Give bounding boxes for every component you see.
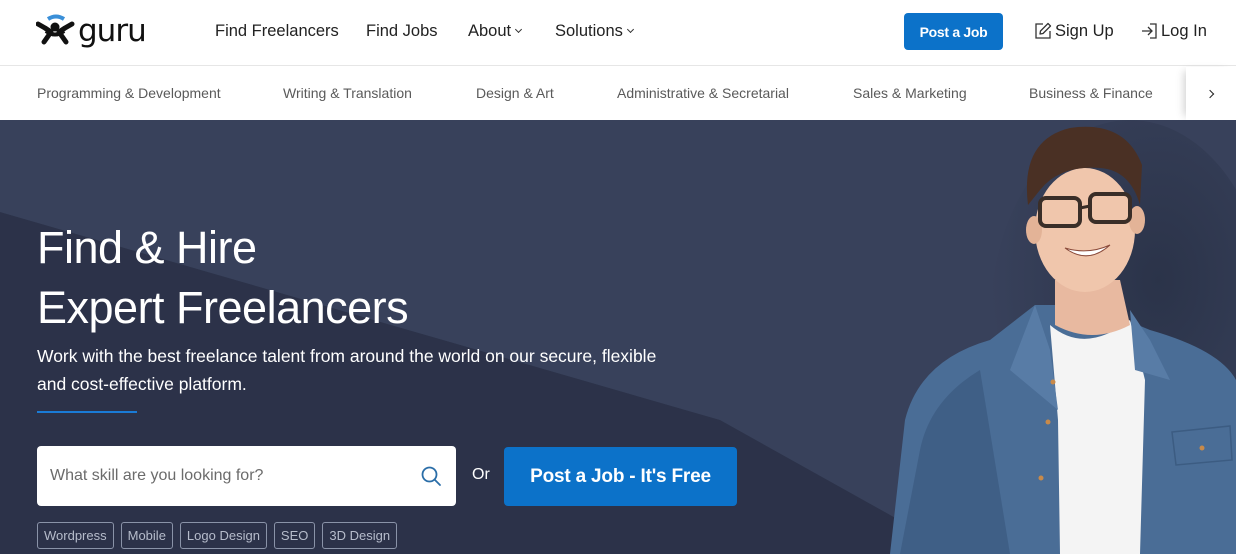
tag-wordpress[interactable]: Wordpress [37,522,114,549]
hero-title: Find & Hire Expert Freelancers [37,218,409,338]
edit-pencil-icon [1035,22,1052,39]
hero-title-line-2: Expert Freelancers [37,282,409,333]
category-design-art[interactable]: Design & Art [476,84,554,102]
skill-search-box [37,446,456,506]
hero-subtitle: Work with the best freelance talent from… [37,346,657,394]
post-a-job-free-button[interactable]: Post a Job - It's Free [504,447,737,506]
nav-about[interactable]: About [468,20,523,42]
category-writing-translation[interactable]: Writing & Translation [283,84,412,102]
nav-find-jobs[interactable]: Find Jobs [366,20,438,42]
tag-mobile[interactable]: Mobile [120,522,173,549]
top-navigation: guru Find Freelancers Find Jobs About So… [0,0,1236,66]
chevron-right-icon [1205,89,1215,98]
nav-find-freelancers[interactable]: Find Freelancers [215,20,339,42]
tag-3d-design[interactable]: 3D Design [322,522,398,549]
popular-tags: Wordpress Mobile Logo Design SEO 3D Desi… [37,522,398,549]
login-arrow-icon [1142,23,1157,39]
freelancer-photo [890,120,1236,554]
sign-up-link[interactable]: Sign Up [1034,20,1114,42]
chevron-down-icon [515,25,523,34]
hero-divider [37,411,137,413]
nav-about-label: About [468,22,512,40]
nav-solutions-label: Solutions [555,22,623,40]
nav-solutions[interactable]: Solutions [555,20,634,42]
tag-logo-design[interactable]: Logo Design [179,522,267,549]
category-next-button[interactable] [1186,67,1236,120]
chevron-down-icon [626,25,634,34]
category-administrative-secretarial[interactable]: Administrative & Secretarial [617,84,789,102]
search-icon[interactable] [420,465,442,487]
hero-title-line-1: Find & Hire [37,222,257,273]
guru-logo[interactable]: guru [36,14,170,48]
category-bar: Programming & Development Writing & Tran… [0,67,1236,120]
log-in-link[interactable]: Log In [1141,20,1207,42]
guru-wordmark: guru [78,14,146,48]
guru-person-logo-icon [36,14,75,45]
category-business-finance[interactable]: Business & Finance [1029,84,1153,102]
category-programming-development[interactable]: Programming & Development [37,84,221,102]
log-in-label: Log In [1161,22,1207,40]
skill-search-input[interactable] [37,446,420,506]
nav-find-freelancers-label: Find Freelancers [215,22,339,40]
or-label: Or [472,466,490,483]
post-a-job-button[interactable]: Post a Job [904,13,1003,50]
hero-section: Find & Hire Expert Freelancers Work with… [0,120,1236,554]
sign-up-label: Sign Up [1055,22,1114,40]
tag-seo[interactable]: SEO [273,522,316,549]
nav-find-jobs-label: Find Jobs [366,22,438,40]
category-sales-marketing[interactable]: Sales & Marketing [853,84,967,102]
